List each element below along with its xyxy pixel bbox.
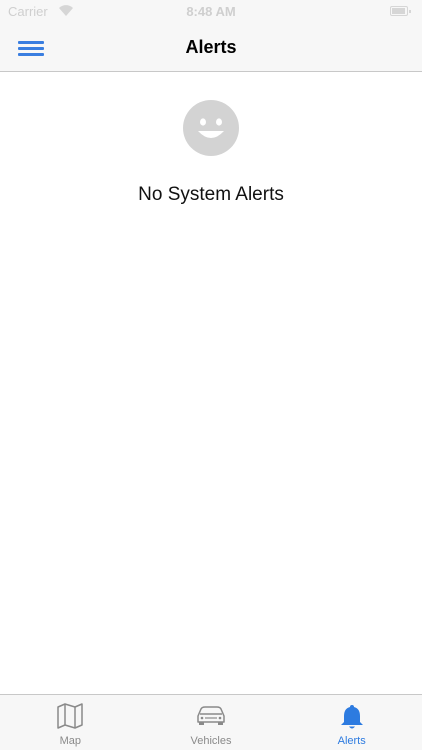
navigation-bar: Alerts: [0, 24, 422, 72]
bell-icon: [340, 705, 363, 729]
tab-alerts-label: Alerts: [337, 735, 366, 747]
status-bar: Carrier 8:48 AM: [0, 0, 422, 24]
empty-state-message: No System Alerts: [138, 184, 284, 205]
tab-vehicles-label: Vehicles: [190, 735, 232, 747]
tab-bar: Map Vehicles Alerts: [0, 694, 422, 750]
tab-alerts[interactable]: Alerts: [281, 695, 422, 750]
status-time: 8:48 AM: [186, 4, 236, 19]
tab-map[interactable]: Map: [0, 695, 141, 750]
battery-icon: [390, 6, 411, 16]
smiley-icon: [183, 100, 239, 156]
tab-map-label: Map: [59, 735, 82, 747]
page-title: Alerts: [185, 37, 237, 57]
tab-vehicles[interactable]: Vehicles: [141, 695, 282, 750]
map-icon: [57, 703, 84, 729]
car-icon: [197, 706, 225, 725]
